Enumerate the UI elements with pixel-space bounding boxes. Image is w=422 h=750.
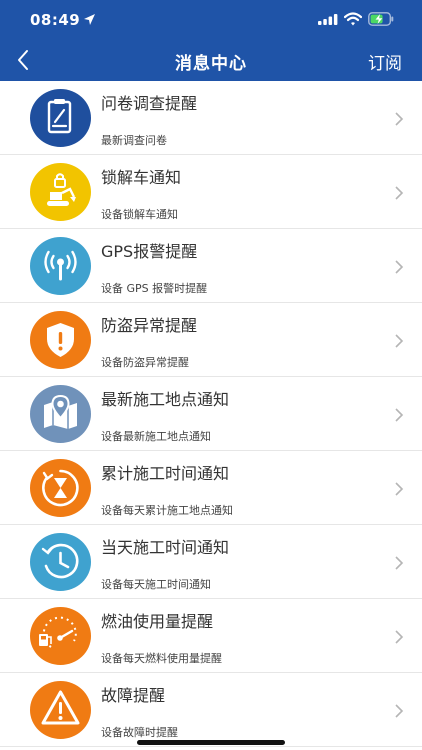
location-arrow-icon (84, 14, 95, 25)
header: 08:49 消息中心 订阅 (0, 0, 422, 81)
battery-charging-icon (368, 12, 394, 26)
chevron-right-icon (395, 556, 404, 570)
list-item-cumulative-time[interactable]: 累计施工时间通知 设备每天累计施工地点通知 (0, 451, 422, 525)
home-indicator[interactable] (137, 740, 285, 745)
list-item-fault[interactable]: 故障提醒 设备故障时提醒 (0, 673, 422, 747)
chevron-right-icon (395, 482, 404, 496)
list-item-survey[interactable]: 问卷调查提醒 最新调查问卷 (0, 81, 422, 155)
clock-icon (30, 533, 91, 591)
item-title: 最新施工地点通知 (101, 390, 230, 409)
fuel-gauge-icon (30, 607, 91, 665)
list-item-latest-location[interactable]: 最新施工地点通知 设备最新施工地点通知 (0, 377, 422, 451)
chevron-right-icon (395, 704, 404, 718)
cellular-signal-icon (318, 14, 338, 25)
page-title: 消息中心 (175, 54, 247, 74)
chevron-right-icon (395, 260, 404, 274)
chevron-right-icon (395, 112, 404, 126)
item-title: 故障提醒 (101, 686, 166, 705)
status-time: 08:49 (30, 11, 81, 29)
wifi-icon (344, 12, 362, 26)
item-subtitle: 设备防盗异常提醒 (101, 356, 189, 369)
item-subtitle: 设备每天燃料使用量提醒 (101, 652, 222, 665)
shield-alert-icon (30, 311, 91, 369)
item-subtitle: 设备每天施工时间通知 (101, 578, 211, 591)
item-subtitle: 最新调查问卷 (101, 134, 167, 147)
list-item-fuel-usage[interactable]: 燃油使用量提醒 设备每天燃料使用量提醒 (0, 599, 422, 673)
warning-icon (30, 681, 91, 739)
map-pin-icon (30, 385, 91, 443)
gps-signal-icon (30, 237, 91, 295)
message-list: 问卷调查提醒 最新调查问卷 锁解车通知 设备锁解车通知 GPS报警提醒 设备 G… (0, 81, 422, 747)
status-bar: 08:49 (0, 0, 422, 40)
item-title: 防盗异常提醒 (101, 316, 198, 335)
item-subtitle: 设备 GPS 报警时提醒 (101, 282, 208, 295)
excavator-lock-icon (30, 163, 91, 221)
subscribe-button[interactable]: 订阅 (368, 49, 402, 74)
item-title: 燃油使用量提醒 (101, 612, 214, 631)
item-subtitle: 设备每天累计施工地点通知 (101, 504, 233, 517)
item-subtitle: 设备锁解车通知 (101, 208, 178, 221)
list-item-anti-theft[interactable]: 防盗异常提醒 设备防盗异常提醒 (0, 303, 422, 377)
item-title: GPS报警提醒 (101, 242, 198, 261)
item-title: 问卷调查提醒 (101, 94, 198, 113)
item-title: 累计施工时间通知 (101, 464, 230, 483)
list-item-daily-time[interactable]: 当天施工时间通知 设备每天施工时间通知 (0, 525, 422, 599)
nav-bar: 消息中心 订阅 (0, 40, 422, 81)
list-item-lock-unlock[interactable]: 锁解车通知 设备锁解车通知 (0, 155, 422, 229)
list-item-gps-alarm[interactable]: GPS报警提醒 设备 GPS 报警时提醒 (0, 229, 422, 303)
item-title: 当天施工时间通知 (101, 538, 230, 557)
chevron-right-icon (395, 334, 404, 348)
survey-icon (30, 89, 91, 147)
hourglass-icon (30, 459, 91, 517)
chevron-right-icon (395, 186, 404, 200)
chevron-right-icon (395, 408, 404, 422)
chevron-right-icon (395, 630, 404, 644)
item-title: 锁解车通知 (101, 168, 182, 187)
item-subtitle: 设备故障时提醒 (101, 726, 178, 739)
item-subtitle: 设备最新施工地点通知 (101, 430, 211, 443)
